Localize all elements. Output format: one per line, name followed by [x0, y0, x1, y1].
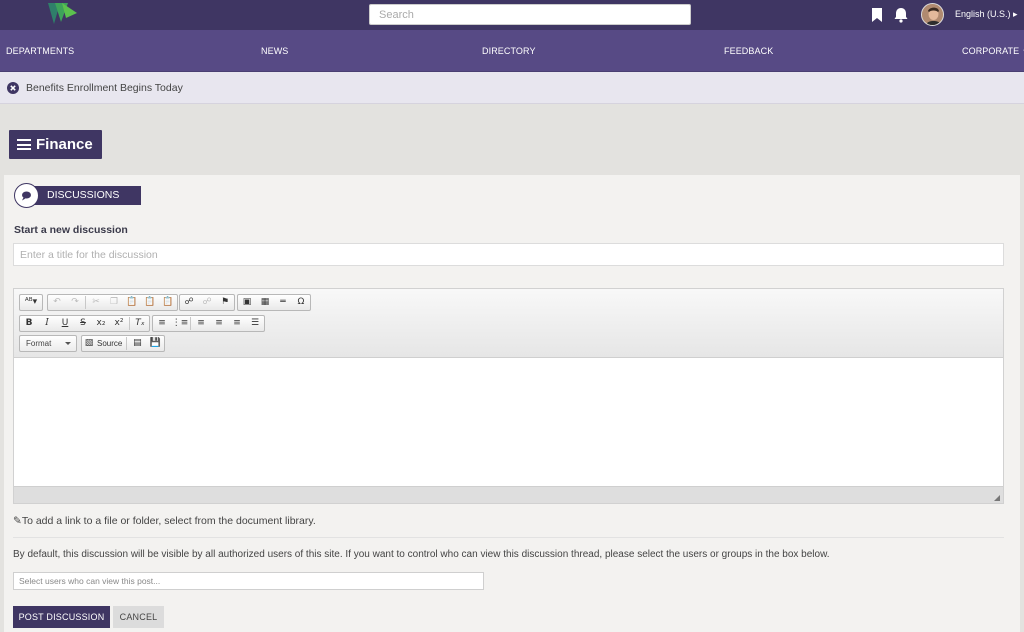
horizontal-rule-icon[interactable]: ═ [274, 295, 292, 310]
anchor-flag-icon[interactable]: ⚑ [216, 295, 234, 310]
strikethrough-icon[interactable]: S [74, 316, 92, 331]
nav-item-corporate[interactable]: CORPORATE [962, 46, 1024, 56]
cut-icon[interactable]: ✂ [87, 295, 105, 310]
underline-icon[interactable]: U [56, 316, 74, 331]
alert-bar: Benefits Enrollment Begins Today [0, 72, 1024, 104]
paste-icon[interactable]: 📋 [123, 295, 141, 310]
align-right-icon[interactable]: ≡ [228, 316, 246, 331]
paperclip-icon: ✎ [13, 515, 22, 527]
nav-item-news[interactable]: NEWS [261, 46, 288, 56]
toolbar-group-links: ☍ ☍ ⚑ [179, 294, 235, 311]
save-icon[interactable]: 💾 [146, 336, 164, 351]
page-title-button[interactable]: Finance [9, 130, 102, 159]
italic-icon[interactable]: I [38, 316, 56, 331]
caret-right-icon: ▸ [1013, 9, 1018, 19]
toolbar-separator [129, 317, 130, 330]
post-discussion-button[interactable]: POST DISCUSSION [13, 606, 110, 628]
link-icon[interactable]: ☍ [180, 295, 198, 310]
language-label: English (U.S.) [955, 9, 1011, 19]
editor-status-bar [14, 486, 1003, 503]
chat-bubble-icon [14, 183, 39, 208]
toolbar-group-paragraph: ≡ ⋮≡ ≡ ≡ ≡ ☰ [152, 315, 265, 332]
search-input[interactable] [369, 4, 691, 25]
redo-icon[interactable]: ↷ [66, 295, 84, 310]
superscript-icon[interactable]: x² [110, 316, 128, 331]
align-left-icon[interactable]: ≡ [192, 316, 210, 331]
nav-item-departments[interactable]: DEPARTMENTS [6, 46, 74, 56]
bold-icon[interactable]: B [20, 316, 38, 331]
link-note: ✎To add a link to a file or folder, sele… [13, 515, 316, 527]
toolbar-group-document: ▧ Source ▤ 💾 [81, 335, 166, 352]
source-icon[interactable]: ▧ [82, 336, 96, 351]
section-label: DISCUSSIONS [33, 186, 141, 205]
start-discussion-label: Start a new discussion [14, 224, 128, 236]
format-dropdown[interactable]: Format [19, 335, 77, 352]
divider [13, 537, 1004, 538]
language-selector[interactable]: English (U.S.) ▸ [955, 9, 1018, 20]
preview-icon[interactable]: ▤ [128, 336, 146, 351]
format-dropdown-label: Format [26, 339, 52, 348]
toolbar-group-insert: ▣ ▦ ═ Ω [237, 294, 311, 311]
image-icon[interactable]: ▣ [238, 295, 256, 310]
toolbar-group-history: ↶ ↷ ✂ ❐ 📋 📋 📋 [47, 294, 178, 311]
remove-format-icon[interactable]: Tₓ [131, 316, 149, 331]
numbered-list-icon[interactable]: ≡ [153, 316, 171, 331]
special-char-icon[interactable]: Ω [292, 295, 310, 310]
nav-item-directory[interactable]: DIRECTORY [482, 46, 536, 56]
page-title: Finance [36, 136, 93, 153]
visibility-note: By default, this discussion will be visi… [13, 549, 830, 560]
table-icon[interactable]: ▦ [256, 295, 274, 310]
paste-word-icon[interactable]: 📋 [159, 295, 177, 310]
user-picker-input[interactable] [13, 572, 484, 590]
editor-body[interactable] [14, 358, 1003, 486]
paste-text-icon[interactable]: 📋 [141, 295, 159, 310]
link-note-text: To add a link to a file or folder, selec… [21, 515, 316, 527]
align-center-icon[interactable]: ≡ [210, 316, 228, 331]
bookmark-icon[interactable] [869, 7, 885, 23]
resize-grip-icon[interactable] [994, 495, 1000, 501]
hamburger-icon [17, 139, 31, 150]
alert-text: Benefits Enrollment Begins Today [26, 82, 183, 94]
toolbar-group-spellcheck: ᴬᴮ▾ [19, 294, 43, 311]
copy-icon[interactable]: ❐ [105, 295, 123, 310]
caret-down-icon [65, 342, 71, 345]
undo-icon[interactable]: ↶ [48, 295, 66, 310]
subscript-icon[interactable]: x₂ [92, 316, 110, 331]
bulleted-list-icon[interactable]: ⋮≡ [171, 316, 189, 331]
justify-icon[interactable]: ☰ [246, 316, 264, 331]
rich-text-editor: ᴬᴮ▾ ↶ ↷ ✂ ❐ 📋 📋 📋 ☍ ☍ ⚑ ▣ ▦ ═ Ω B I U S … [13, 288, 1004, 504]
toolbar-separator [85, 296, 86, 309]
company-logo[interactable] [46, 0, 80, 28]
editor-toolbar: ᴬᴮ▾ ↶ ↷ ✂ ❐ 📋 📋 📋 ☍ ☍ ⚑ ▣ ▦ ═ Ω B I U S … [14, 289, 1003, 358]
nav-item-corporate-label: CORPORATE [962, 46, 1020, 56]
cancel-button[interactable]: CANCEL [113, 606, 164, 628]
nav-item-feedback[interactable]: FEEDBACK [724, 46, 773, 56]
toolbar-separator [190, 317, 191, 330]
unlink-icon[interactable]: ☍ [198, 295, 216, 310]
discussion-title-input[interactable] [13, 243, 1004, 266]
bell-icon[interactable] [893, 7, 909, 23]
toolbar-separator [126, 337, 128, 350]
top-bar: English (U.S.) ▸ [0, 0, 1024, 30]
avatar[interactable] [921, 3, 944, 26]
main-nav: DEPARTMENTS NEWS DIRECTORY FEEDBACK CORP… [0, 30, 1024, 72]
spellcheck-icon[interactable]: ᴬᴮ▾ [20, 295, 42, 310]
source-button[interactable]: Source [96, 336, 125, 351]
close-circle-icon[interactable] [7, 82, 19, 94]
toolbar-group-basic: B I U S x₂ x² Tₓ [19, 315, 150, 332]
